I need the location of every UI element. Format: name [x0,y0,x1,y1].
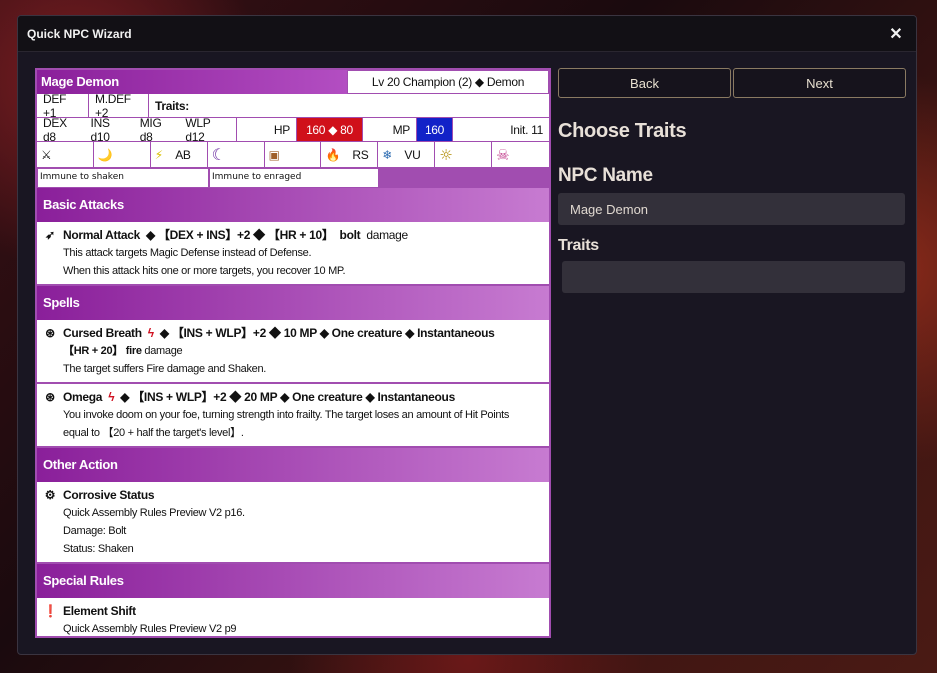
spell-name: Cursed Breath [63,326,142,340]
air-icon: 🌙 [97,147,113,162]
offensive-icon: ϟ [108,390,115,404]
bolt-affinity: AB [175,147,191,162]
ins-attr: INS d10 [90,115,110,144]
spell-dmg: 【HR + 20】 [63,345,123,357]
attack-formula: ◆ 【DEX + INS】+2 ◆ 【HR + 10】 [146,228,334,242]
traits-field[interactable] [562,261,905,293]
npc-wizard-dialog: Quick NPC Wizard ✕ Mage Demon Lv 20 Cham… [17,15,917,655]
wizard-panel: Back Next Choose Traits NPC Name Traits [558,68,906,293]
back-button[interactable]: Back [558,68,731,98]
rule-desc-1: Quick Assembly Rules Preview V2 p9 [63,623,237,635]
npc-name: Mage Demon [37,70,347,94]
bolt-icon: ⚡ [154,147,164,162]
spell-entry: ⊛ Cursed Breath ϟ ◆ 【INS + WLP】+2 ◆ 10 M… [37,320,549,384]
offensive-icon: ϟ [147,326,154,340]
spell-desc-1: You invoke doom on your foe, turning str… [63,409,510,421]
ice-icon: ❄ [382,147,393,162]
rule-name: Element Shift [63,604,136,618]
title-bar: Quick NPC Wizard ✕ [18,16,916,52]
npc-name-label: NPC Name [558,165,653,186]
section-basic-attacks: Basic Attacks [37,188,549,222]
poison-icon: ☠ [496,145,510,164]
action-name: Corrosive Status [63,488,155,502]
gear-icon: ⚙ [44,488,56,502]
immunity-shaken: Immune to shaken [37,168,209,188]
spell-icon: ⊛ [45,390,55,404]
traits-label: Traits: [155,98,189,113]
section-spells: Spells [37,286,549,320]
section-special-rules: Special Rules [37,564,549,598]
dark-icon: ☾ [211,145,227,164]
mp-label: MP [363,118,417,141]
action-desc-1: Quick Assembly Rules Preview V2 p16. [63,507,245,519]
physical-icon: ⚔ [41,147,52,162]
traits-field-label: Traits [558,237,599,254]
npc-name-field[interactable] [558,193,905,225]
mdef-stat: M.DEF +2 [89,92,149,120]
spell-line: ◆ 【INS + WLP】+2 ◆ 20 MP ◆ One creature ◆… [120,390,455,404]
fire-affinity: RS [352,147,369,162]
attack-desc-1: This attack targets Magic Defense instea… [63,247,312,259]
window-title: Quick NPC Wizard [27,26,132,41]
mig-attr: MIG d8 [139,115,162,144]
wlp-attr: WLP d12 [185,115,211,144]
init-value: Init. 11 [510,122,543,137]
action-desc-3: Status: Shaken [63,543,134,555]
special-rule-entry: ❗ Element Shift Quick Assembly Rules Pre… [37,598,549,636]
attack-desc-2: When this attack hits one or more target… [63,265,346,277]
basic-attack-entry: ➶ Normal Attack ◆ 【DEX + INS】+2 ◆ 【HR + … [37,222,549,286]
npc-level: Lv 20 Champion (2) ◆ Demon [347,70,549,94]
mp-value: 160 [417,118,453,141]
immunity-enraged: Immune to enraged [209,168,379,188]
other-action-entry: ⚙ Corrosive Status Quick Assembly Rules … [37,482,549,564]
attack-dmg-word: damage [366,228,408,242]
close-icon[interactable]: ✕ [885,24,907,44]
section-other-action: Other Action [37,448,549,482]
attack-name: Normal Attack [63,228,141,242]
fire-icon: 🔥 [325,147,341,162]
spell-entry: ⊛ Omega ϟ ◆ 【INS + WLP】+2 ◆ 20 MP ◆ One … [37,384,549,448]
hp-label: HP [237,118,297,141]
ice-affinity: VU [404,147,421,162]
attack-dmg-type: bolt [339,228,361,242]
action-desc-2: Damage: Bolt [63,525,127,537]
spell-name: Omega [63,390,103,404]
dex-attr: DEX d8 [43,115,67,144]
hp-value: 160 ◆ 80 [297,118,363,141]
spell-desc-2: equal to 【20 + half the target's level】. [63,427,244,439]
exclamation-icon: ❗ [43,604,58,618]
spell-desc: The target suffers Fire damage and Shake… [63,363,267,375]
spell-dmg-type: fire [125,345,142,357]
npc-stat-sheet: Mage Demon Lv 20 Champion (2) ◆ Demon DE… [35,68,551,638]
light-icon: ☼ [439,145,453,164]
spell-line: ◆ 【INS + WLP】+2 ◆ 10 MP ◆ One creature ◆… [159,326,495,340]
spell-dmg-word: damage [144,345,183,357]
step-heading: Choose Traits [558,120,687,142]
ranged-attack-icon: ➶ [45,228,55,242]
next-button[interactable]: Next [733,68,906,98]
spell-icon: ⊛ [45,326,55,340]
def-stat: DEF +1 [37,92,89,120]
earth-icon: ▣ [268,147,280,162]
